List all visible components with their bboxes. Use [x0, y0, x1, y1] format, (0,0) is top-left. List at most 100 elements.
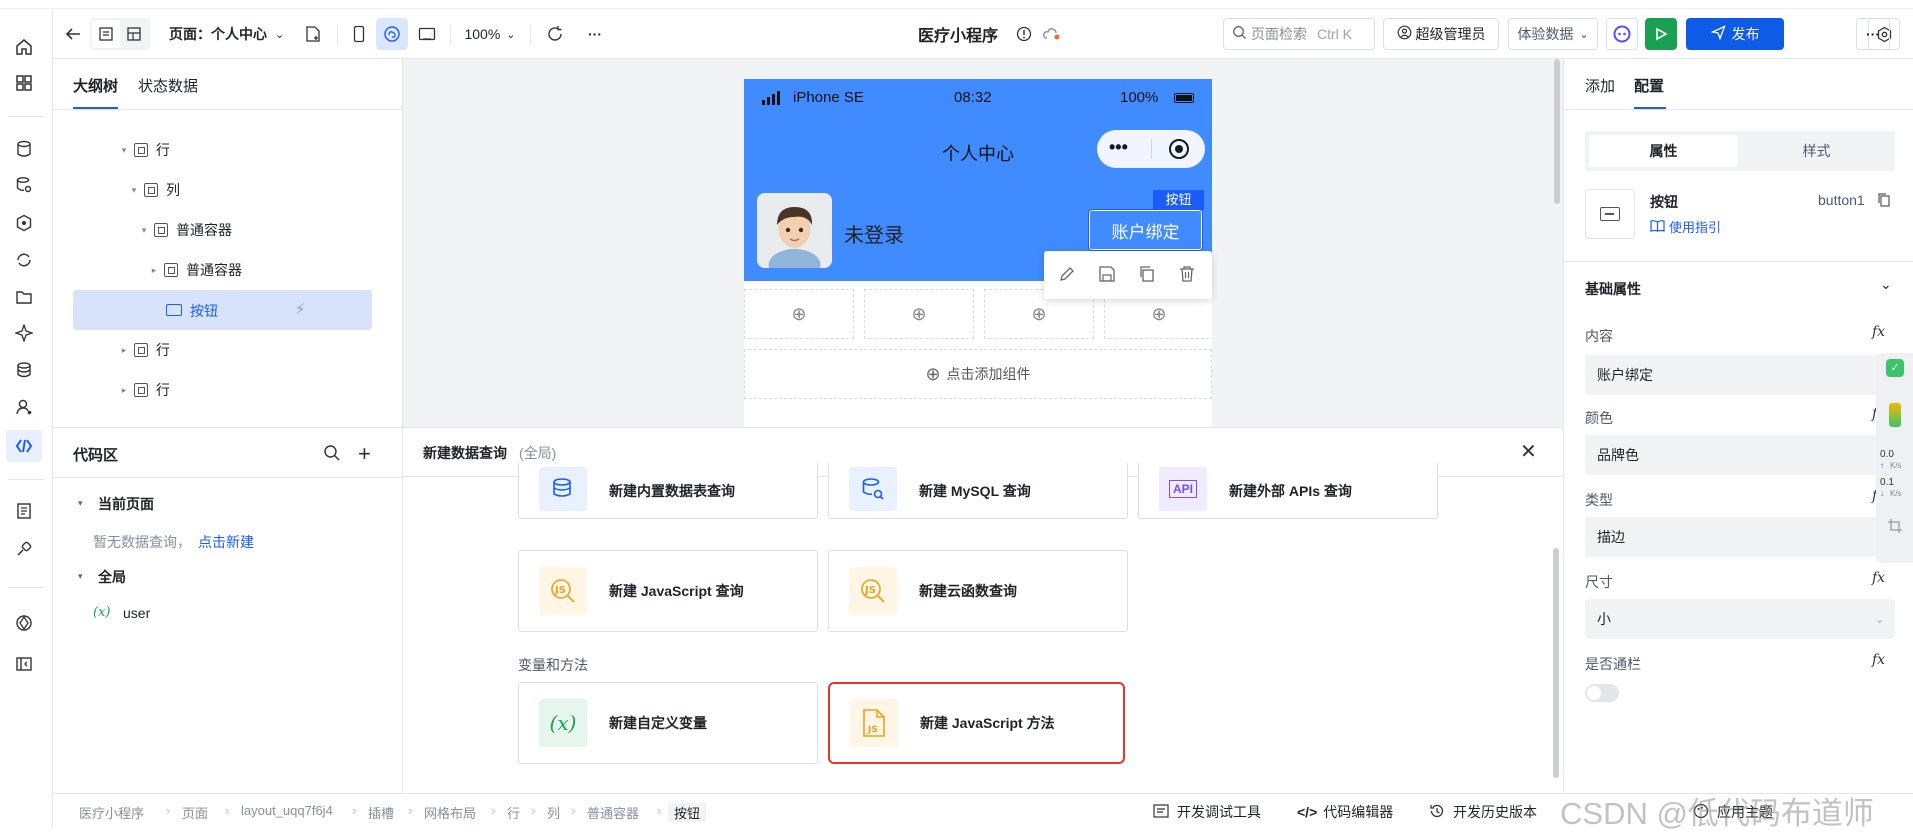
capsule-menu[interactable]: •••	[1097, 130, 1205, 168]
database-search-icon[interactable]	[12, 173, 36, 197]
sparkle-icon[interactable]	[12, 321, 36, 345]
current-page-group[interactable]: 当前页面	[98, 494, 154, 514]
more-options-button[interactable]: ···	[1856, 18, 1890, 50]
breadcrumb-pages[interactable]: 页面	[182, 803, 208, 822]
crop-icon[interactable]	[1887, 518, 1903, 537]
card-javascript-query[interactable]: JS 新建 JavaScript 查询	[518, 550, 818, 632]
expand-caret-icon[interactable]: ▾	[138, 225, 150, 236]
run-preview-button[interactable]	[1645, 18, 1677, 50]
global-group[interactable]: 全局	[98, 567, 126, 587]
code-area-icon[interactable]	[6, 430, 42, 462]
tree-node-row-1[interactable]: ▾ 行	[118, 130, 170, 170]
search-icon[interactable]	[323, 444, 341, 465]
card-mysql-query[interactable]: 新建 MySQL 查询	[828, 463, 1128, 519]
info-icon[interactable]	[1013, 18, 1035, 50]
breadcrumb-row[interactable]: 行	[507, 803, 520, 822]
card-external-api-query[interactable]: API 新建外部 APIs 查询	[1138, 463, 1438, 519]
database-icon[interactable]	[12, 137, 36, 161]
copy-icon[interactable]	[1877, 192, 1891, 211]
segment-styles[interactable]: 样式	[1742, 135, 1891, 167]
add-page-icon[interactable]	[298, 18, 328, 50]
account-bind-button[interactable]: 账户绑定	[1088, 209, 1203, 251]
variable-user[interactable]: user	[123, 605, 150, 621]
basic-props-heading[interactable]: 基础属性	[1585, 279, 1641, 299]
collapse-caret-icon[interactable]: ▾	[78, 571, 83, 582]
card-builtin-table-query[interactable]: 新建内置数据表查询	[518, 463, 818, 519]
home-icon[interactable]	[12, 35, 36, 59]
tab-config[interactable]: 配置	[1634, 75, 1664, 96]
capsule-more-icon[interactable]: •••	[1109, 137, 1128, 158]
edit-icon[interactable]	[1058, 265, 1076, 286]
refresh-icon[interactable]	[540, 18, 570, 50]
add-slot-2[interactable]: ⊕	[864, 289, 974, 339]
breadcrumb-container[interactable]: 普通容器	[587, 803, 639, 822]
card-cloud-function-query[interactable]: JS 新建云函数查询	[828, 550, 1128, 632]
breadcrumb-app[interactable]: 医疗小程序	[79, 803, 144, 822]
prop-color-select[interactable]: 品牌色⌄	[1585, 435, 1895, 475]
tree-node-button-selected[interactable]: 按钮 ⚡	[73, 290, 372, 330]
chevron-down-icon[interactable]: ⌄	[1880, 276, 1892, 293]
breadcrumb-column[interactable]: 列	[547, 803, 560, 822]
sync-icon[interactable]	[12, 248, 36, 272]
data-env-select[interactable]: 体验数据 ⌄	[1508, 18, 1598, 50]
tab-state-data[interactable]: 状态数据	[138, 75, 198, 96]
tree-node-column[interactable]: ▾ 列	[128, 170, 180, 210]
tab-add[interactable]: 添加	[1585, 75, 1615, 96]
page-layout-icon[interactable]	[92, 20, 120, 48]
canvas-scrollbar[interactable]	[1554, 59, 1560, 204]
document-list-icon[interactable]	[12, 499, 36, 523]
fx-icon[interactable]: fx	[1872, 570, 1885, 586]
breadcrumb-slot[interactable]: 插槽	[368, 803, 394, 822]
capsule-close-icon[interactable]	[1169, 139, 1189, 159]
zoom-select[interactable]: 100% ⌄	[458, 18, 522, 50]
event-lightning-icon[interactable]: ⚡	[295, 300, 306, 318]
user-role-button[interactable]: 超级管理员	[1383, 18, 1499, 50]
history-button[interactable]: 开发历史版本	[1429, 802, 1537, 822]
fx-icon[interactable]: fx	[1872, 652, 1885, 668]
folder-icon[interactable]	[12, 285, 36, 309]
prop-content-input[interactable]: 账户绑定	[1585, 355, 1895, 395]
tab-outline-tree[interactable]: 大纲树	[73, 75, 118, 96]
tree-node-container-2[interactable]: ▸ 普通容器	[148, 250, 242, 290]
expand-caret-icon[interactable]: ▾	[118, 145, 130, 156]
tree-node-container-1[interactable]: ▾ 普通容器	[138, 210, 232, 250]
add-icon[interactable]: +	[358, 441, 371, 467]
user-permission-icon[interactable]	[12, 395, 36, 419]
breadcrumb-button[interactable]: 按钮	[668, 803, 707, 822]
collapse-sidebar-icon[interactable]	[12, 652, 36, 676]
component-library-icon[interactable]	[12, 611, 36, 635]
tree-node-row-2[interactable]: ▸ 行	[118, 330, 170, 370]
data-model-icon[interactable]	[12, 358, 36, 382]
hexagon-icon[interactable]	[12, 211, 36, 235]
prop-type-select[interactable]: 描边⌄	[1585, 517, 1895, 557]
collapse-caret-icon[interactable]: ▾	[78, 498, 83, 509]
copy-icon[interactable]	[1138, 265, 1156, 286]
expand-caret-icon[interactable]: ▸	[118, 345, 130, 356]
page-search-input[interactable]: 页面检索 Ctrl K	[1223, 18, 1375, 50]
ai-assistant-icon[interactable]	[1606, 18, 1638, 50]
page-selector[interactable]: 页面：个人中心 ⌄	[163, 18, 293, 50]
fullwidth-toggle[interactable]	[1585, 684, 1619, 702]
cloud-sync-icon[interactable]	[1039, 18, 1065, 50]
fx-icon[interactable]: fx	[1872, 324, 1885, 340]
more-menu-button[interactable]: ···	[580, 18, 610, 50]
expand-caret-icon[interactable]: ▾	[128, 185, 140, 196]
close-icon[interactable]: ✕	[1520, 439, 1537, 464]
panel-layout-icon[interactable]	[120, 20, 148, 48]
grid-icon[interactable]	[12, 71, 36, 95]
expand-caret-icon[interactable]: ▸	[118, 385, 130, 396]
plugin-icon[interactable]	[12, 537, 36, 561]
mobile-view-icon[interactable]	[344, 18, 374, 50]
breadcrumb-grid[interactable]: 网格布局	[424, 803, 476, 822]
delete-icon[interactable]	[1178, 265, 1196, 286]
create-query-link[interactable]: 点击新建	[198, 532, 254, 552]
tree-node-row-3[interactable]: ▸ 行	[118, 370, 170, 410]
save-icon[interactable]	[1098, 265, 1116, 286]
usage-guide-link[interactable]: 使用指引	[1650, 217, 1721, 236]
tablet-view-icon[interactable]	[411, 18, 443, 50]
segment-attributes[interactable]: 属性	[1589, 135, 1738, 167]
avatar[interactable]	[757, 193, 832, 268]
back-arrow-icon[interactable]	[59, 18, 87, 50]
card-javascript-method[interactable]: JS 新建 JavaScript 方法	[828, 682, 1125, 764]
add-slot-1[interactable]: ⊕	[744, 289, 854, 339]
